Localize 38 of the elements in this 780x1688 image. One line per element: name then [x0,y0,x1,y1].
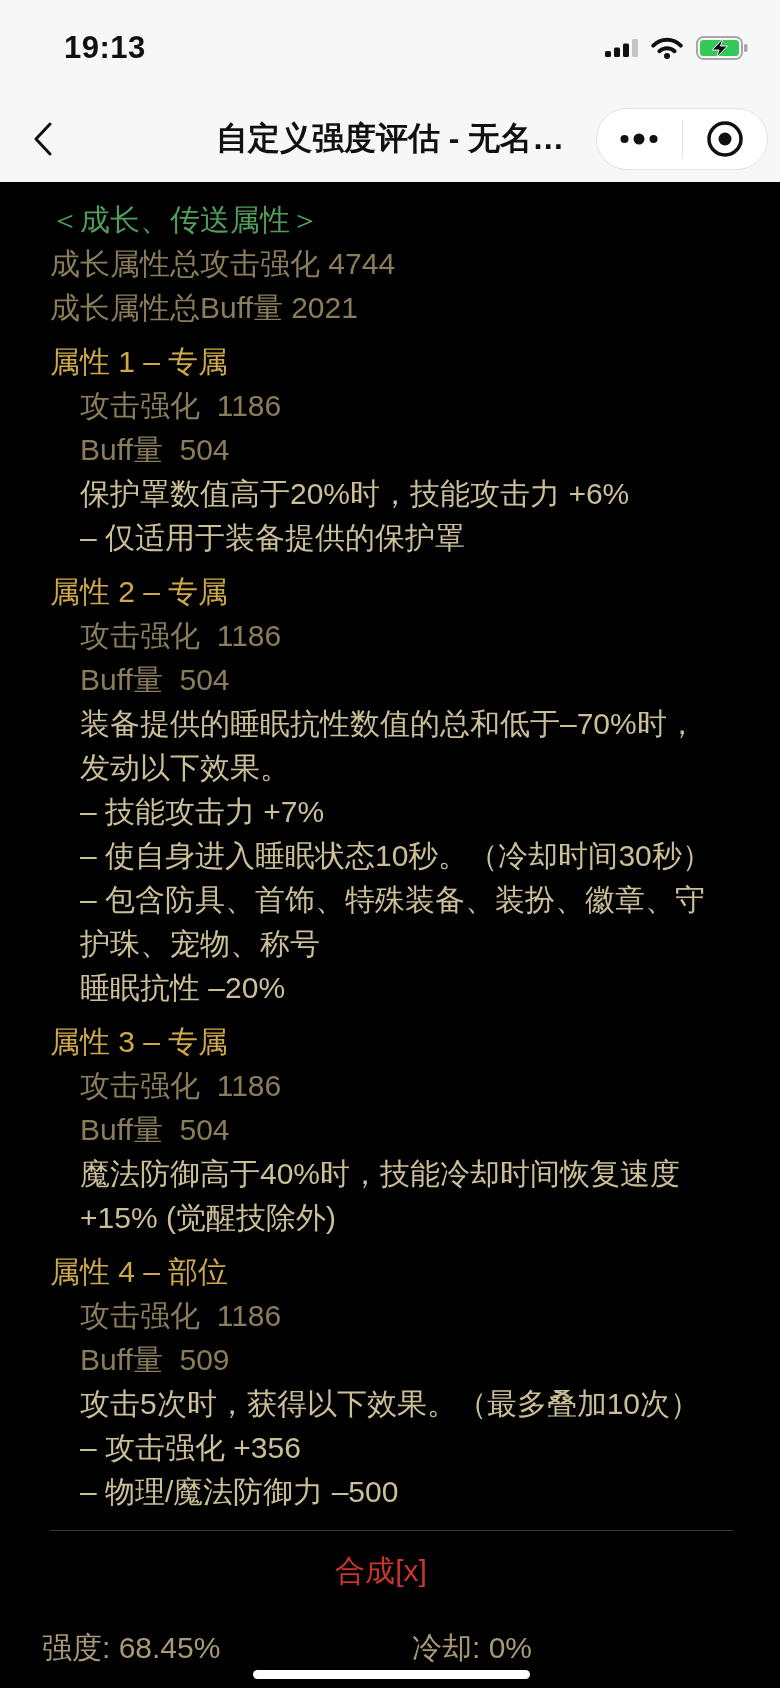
strength-value: 强度: 68.45% [42,1631,221,1665]
effect-text: 保护罩数值高于20%时，技能攻击力 +6% [80,476,630,512]
summary-line: 成长属性总攻击强化 4744 [50,246,396,282]
synthesize-link[interactable]: 合成[x] [335,1549,427,1593]
effect-text: – 使自身进入睡眠状态10秒。（冷却时间30秒） [80,838,712,874]
signal-icon [605,39,638,57]
battery-charging-icon [696,36,748,60]
chevron-left-icon [33,122,53,156]
summary-line: 成长属性总Buff量 2021 [50,290,358,326]
stat-line: Buff量 504 [80,662,230,698]
attribute-heading: 属性 1 – 专属 [50,344,229,380]
more-icon [620,133,659,145]
stat-line: Buff量 504 [80,432,230,468]
attribute-heading: 属性 4 – 部位 [50,1254,229,1290]
stat-line: 攻击强化 1186 [80,1298,282,1334]
stat-line: 攻击强化 1186 [80,388,282,424]
wifi-icon [650,37,684,59]
effect-text: 魔法防御高于40%时，技能冷却时间恢复速度 +15% (觉醒技除外) [80,1156,682,1236]
effect-text: 攻击5次时，获得以下效果。（最多叠加10次） [80,1386,701,1422]
effect-text: – 技能攻击力 +7% [80,794,325,830]
stat-line: Buff量 509 [80,1342,230,1378]
section-heading: ＜成长、传送属性＞ [50,202,320,238]
attribute-heading: 属性 2 – 专属 [50,574,229,610]
stat-line: 攻击强化 1186 [80,618,282,654]
status-time: 19:13 [64,30,146,66]
cooldown-value: 冷却: 0% [412,1631,533,1665]
effect-text: 装备提供的睡眠抗性数值的总和低于–70%时，发动以下效果。 [80,706,698,786]
circle-dot-icon [706,121,743,157]
stat-line: Buff量 504 [80,1112,230,1148]
attribute-heading: 属性 3 – 专属 [50,1024,229,1060]
page-title: 自定义强度评估 - 无名… [215,119,565,158]
back-button[interactable] [32,121,54,157]
stat-line: 攻击强化 1186 [80,1068,282,1104]
effect-text: – 包含防具、首饰、特殊装备、装扮、徽章、守护珠、宠物、称号 [80,882,707,962]
effect-text: – 攻击强化 +356 [80,1430,301,1466]
effect-text: – 仅适用于装备提供的保护罩 [80,520,466,556]
effect-text: – 物理/魔法防御力 –500 [80,1474,399,1510]
effect-text: 睡眠抗性 –20% [80,970,286,1006]
